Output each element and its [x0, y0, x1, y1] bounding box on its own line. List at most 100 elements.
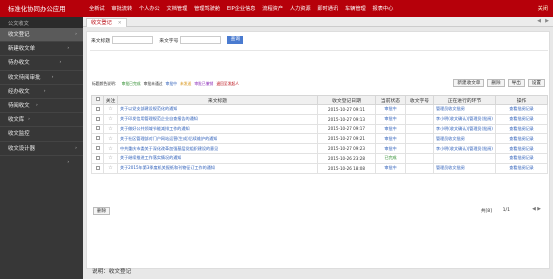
top-nav-item[interactable]: 管理驾驶舱 [194, 5, 220, 12]
checkbox-cell [91, 152, 104, 164]
toolbar-button[interactable]: 删除 [487, 79, 505, 87]
chevron-right-icon: › [43, 88, 46, 94]
sidebar-item[interactable]: 收文待阅审批 › [0, 71, 83, 85]
row-title[interactable]: 关于社区管理部对门户网站运营(生成)后续维护的通知 [117, 133, 318, 145]
row-date: 2015-10-27 09:13 [317, 113, 376, 125]
legend-item: 审批已完成 [121, 81, 141, 86]
sidebar-item[interactable]: 收文设计器 › [0, 142, 83, 165]
number-filter-input[interactable] [180, 36, 222, 44]
sidebar-item[interactable]: 收文库 › [0, 113, 83, 128]
sidebar-item[interactable]: 收文登记 › [0, 28, 83, 43]
row-title[interactable]: 关于印发信用管理规范企业自查报告的通知 [117, 113, 318, 125]
follow-cell: ☆ [103, 123, 118, 135]
sidebar-item[interactable]: 经办收文 › [0, 85, 83, 99]
table-row[interactable]: ☆ 关于做好公共领域节能减排工作的通知 2015-10-27 09:17 审批中 李小明… [91, 123, 548, 135]
row-title[interactable]: 中共重庆市委关于深化改革加强基层党组织建设的意见 [117, 143, 318, 154]
search-button[interactable]: 查询 [227, 36, 244, 44]
top-nav-item[interactable]: 即时通讯 [317, 5, 338, 12]
chevron-left-icon[interactable]: ◀ [537, 18, 541, 24]
sidebar-item[interactable]: 待办收文 › [0, 56, 83, 71]
row-checkbox[interactable] [95, 165, 100, 170]
column-header[interactable]: 操作 [495, 95, 548, 105]
row-checkbox[interactable] [95, 155, 100, 160]
star-icon[interactable]: ☆ [108, 165, 112, 171]
column-header[interactable]: 关注 [103, 95, 118, 105]
row-action[interactable]: 查看批阅记录 [495, 143, 548, 154]
top-nav-item[interactable]: 全新试 [89, 5, 105, 12]
row-checkbox[interactable] [95, 116, 100, 121]
table-row[interactable]: ☆ 关于继续推进工作落实情况的通知 2015-10-26 23:28 已完成 查看批阅记… [91, 152, 548, 164]
row-number [405, 123, 434, 135]
checkbox-cell [91, 113, 104, 125]
row-status: 已完成 [375, 152, 406, 164]
table-row[interactable]: ☆ 中共重庆市委关于深化改革加强基层党组织建设的意见 2015-10-27 09:2… [91, 143, 548, 154]
row-action[interactable]: 查看批阅记录 [495, 113, 548, 125]
table-row[interactable]: ☆ 关于印发信用管理规范企业自查报告的通知 2015-10-27 09:13 审批中 李… [91, 113, 548, 125]
chevron-right-icon: › [59, 60, 62, 66]
row-date: 2015-10-26 23:28 [317, 152, 376, 164]
page-nav-arrows[interactable]: ◀ ▶ [532, 207, 541, 212]
table-row[interactable]: ☆ 关于以党支部建设规范化的通知 2015-10-27 09:11 审批中 管理员收文批… [91, 104, 548, 115]
star-icon[interactable]: ☆ [108, 126, 112, 132]
column-header[interactable]: 来文标题 [117, 95, 318, 105]
row-step [433, 152, 496, 164]
color-legend: 标题颜色说明： 审批已完成 审批未通过 审批中 未发送 审批已撤销 退回至发起人 [92, 81, 242, 87]
row-checkbox[interactable] [95, 146, 100, 151]
toolbar-button[interactable]: 设置 [527, 79, 545, 87]
row-title[interactable]: 关于以党支部建设规范化的通知 [117, 104, 318, 115]
top-nav-item[interactable]: 报表中心 [373, 5, 394, 12]
delete-button[interactable]: 删除 [93, 207, 111, 215]
row-action[interactable]: 查看批阅记录 [495, 152, 548, 164]
sidebar-item[interactable]: 收文监控 › [0, 127, 83, 151]
sidebar-item[interactable]: 新建收文单 › [0, 42, 83, 57]
tab-receive-register[interactable]: 收文登记 ✕ [86, 18, 127, 27]
sidebar-item[interactable]: 待阅收文 › [0, 99, 83, 114]
row-date: 2015-10-26 18:08 [317, 162, 376, 174]
follow-cell: ☆ [103, 162, 118, 174]
filter-bar: 来文标题 来文字号 查询 [91, 36, 244, 44]
sidebar-item-label: 新建收文单 [8, 46, 35, 53]
top-nav-item[interactable]: 文档管理 [167, 5, 188, 12]
row-action[interactable]: 查看批阅记录 [495, 133, 548, 145]
follow-cell: ☆ [103, 104, 118, 115]
star-icon[interactable]: ☆ [108, 136, 112, 142]
top-nav-item[interactable]: 个人办公 [139, 5, 160, 12]
close-icon[interactable]: ✕ [118, 21, 122, 26]
row-title[interactable]: 关于做好公共领域节能减排工作的通知 [117, 123, 318, 135]
chevron-right-icon: › [35, 102, 38, 108]
row-checkbox[interactable] [95, 136, 100, 141]
table-row[interactable]: ☆ 关于2015年第3季度机关报纸和刊物征订工作的通知 2015-10-26 18:… [91, 162, 548, 174]
column-header[interactable]: 收文字号 [405, 95, 434, 105]
column-header[interactable]: 当前状态 [375, 95, 406, 105]
top-nav-item[interactable]: 审批流转 [111, 5, 132, 12]
row-title[interactable]: 关于2015年第3季度机关报纸和刊物征订工作的通知 [117, 162, 318, 174]
column-header[interactable]: 正在进行的环节 [433, 95, 496, 105]
select-all-checkbox[interactable] [95, 97, 100, 101]
top-nav-item[interactable]: 流程资产 [262, 5, 283, 12]
star-icon[interactable]: ☆ [108, 155, 112, 161]
legend-item: 审批未通过 [143, 81, 163, 86]
row-title[interactable]: 关于继续推进工作落实情况的通知 [117, 152, 318, 164]
chevron-right-icon[interactable]: ▶ [545, 18, 549, 24]
star-icon[interactable]: ☆ [108, 146, 112, 152]
row-checkbox[interactable] [95, 126, 100, 131]
title-filter-input[interactable] [112, 36, 154, 44]
column-header[interactable]: 收文登记日期 [317, 95, 376, 105]
row-action[interactable]: 查看批阅记录 [495, 162, 548, 174]
checkbox-cell [91, 143, 104, 154]
star-icon[interactable]: ☆ [108, 106, 112, 112]
sidebar-item-label: 待阅收文 [8, 102, 30, 109]
top-nav-item[interactable]: 车辆管理 [345, 5, 366, 12]
toolbar-button[interactable]: 导出 [507, 79, 525, 87]
row-action[interactable]: 查看批阅记录 [495, 123, 548, 135]
row-number [405, 143, 434, 154]
row-checkbox[interactable] [95, 106, 100, 111]
top-nav-item[interactable]: EIP企业信息 [227, 5, 256, 12]
star-icon[interactable]: ☆ [108, 116, 112, 122]
close-link[interactable]: 关闭 [538, 5, 548, 12]
checkbox-cell [91, 123, 104, 135]
row-action[interactable]: 查看批阅记录 [495, 104, 548, 115]
top-nav-item[interactable]: 人力资源 [290, 5, 311, 12]
toolbar-button[interactable]: 新建收文单 [453, 79, 485, 87]
table-row[interactable]: ☆ 关于社区管理部对门户网站运营(生成)后续维护的通知 2015-10-27 09:… [91, 133, 548, 145]
